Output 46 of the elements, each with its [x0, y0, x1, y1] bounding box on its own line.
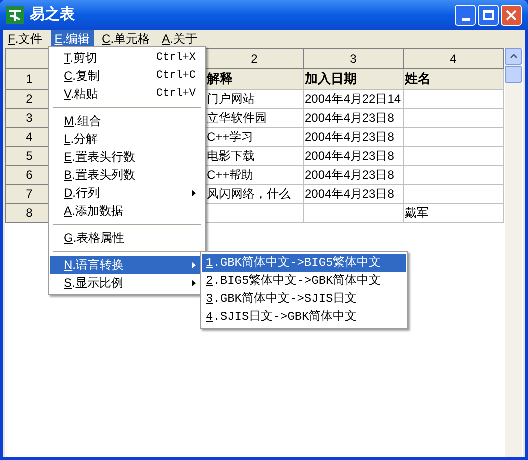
table-cell: 姓名 — [404, 68, 504, 89]
column-header: 3 — [304, 48, 404, 68]
table-cell: 风闪网络，什么 — [206, 184, 304, 203]
table-cell: 2004年4月23日8 — [304, 127, 404, 146]
column-header: 2 — [206, 48, 304, 68]
column-header: 4 — [404, 48, 504, 68]
minimize-button[interactable] — [455, 4, 476, 26]
menu-item[interactable]: G.表格属性 — [50, 229, 204, 247]
shortcut-label: Ctrl+C — [156, 68, 196, 84]
menu-item[interactable]: S.显示比例 — [50, 274, 204, 292]
caret-icon — [510, 54, 518, 59]
table-cell: C++学习 — [206, 127, 304, 146]
table-cell: 门户网站 — [206, 89, 304, 108]
menu-item[interactable]: F.文件 — [4, 30, 47, 47]
table-cell: 2004年4月23日8 — [304, 165, 404, 184]
table-cell: 加入日期 — [304, 68, 404, 89]
table-cell: 解释 — [206, 68, 304, 89]
close-button[interactable] — [501, 4, 522, 26]
app-icon — [6, 6, 24, 24]
menu-item[interactable]: 1.GBK简体中文->BIG5繁体中文 — [202, 254, 406, 272]
menu-item[interactable]: 2.BIG5繁体中文->GBK简体中文 — [202, 272, 406, 290]
menu-item[interactable]: C.单元格 — [98, 30, 154, 47]
menu-item[interactable]: A.关于 — [158, 30, 202, 47]
scrollbar[interactable] — [505, 48, 522, 457]
submenu-arrow-icon — [192, 190, 196, 196]
table-cell: 2004年4月22日14 — [304, 89, 404, 108]
table-cell: 2004年4月23日8 — [304, 184, 404, 203]
window-title: 易之表 — [30, 4, 75, 25]
menu-item[interactable]: 4.SJIS日文->GBK简体中文 — [202, 308, 406, 326]
table-cell: C++帮助 — [206, 165, 304, 184]
table-cell: 2004年4月23日8 — [304, 108, 404, 127]
menu-item[interactable]: 3.GBK简体中文->SJIS日文 — [202, 290, 406, 308]
table-cell: 2004年4月23日8 — [304, 146, 404, 165]
submenu-arrow-icon — [192, 280, 196, 286]
table-cell: 戴军 — [404, 203, 504, 222]
close-icon — [506, 10, 517, 20]
menu-item[interactable]: E.编辑 — [50, 30, 94, 47]
table-cell: 电影下载 — [206, 146, 304, 165]
menu-item[interactable]: T.剪切 Ctrl+X — [50, 49, 204, 67]
table-cell: 立华软件园 — [206, 108, 304, 127]
shortcut-label: Ctrl+X — [156, 50, 196, 66]
submenu-arrow-icon — [192, 262, 196, 268]
shortcut-label: Ctrl+V — [156, 86, 196, 102]
scroll-thumb[interactable] — [505, 66, 522, 83]
scroll-up-button[interactable] — [505, 48, 522, 65]
maximize-button[interactable] — [478, 4, 499, 26]
